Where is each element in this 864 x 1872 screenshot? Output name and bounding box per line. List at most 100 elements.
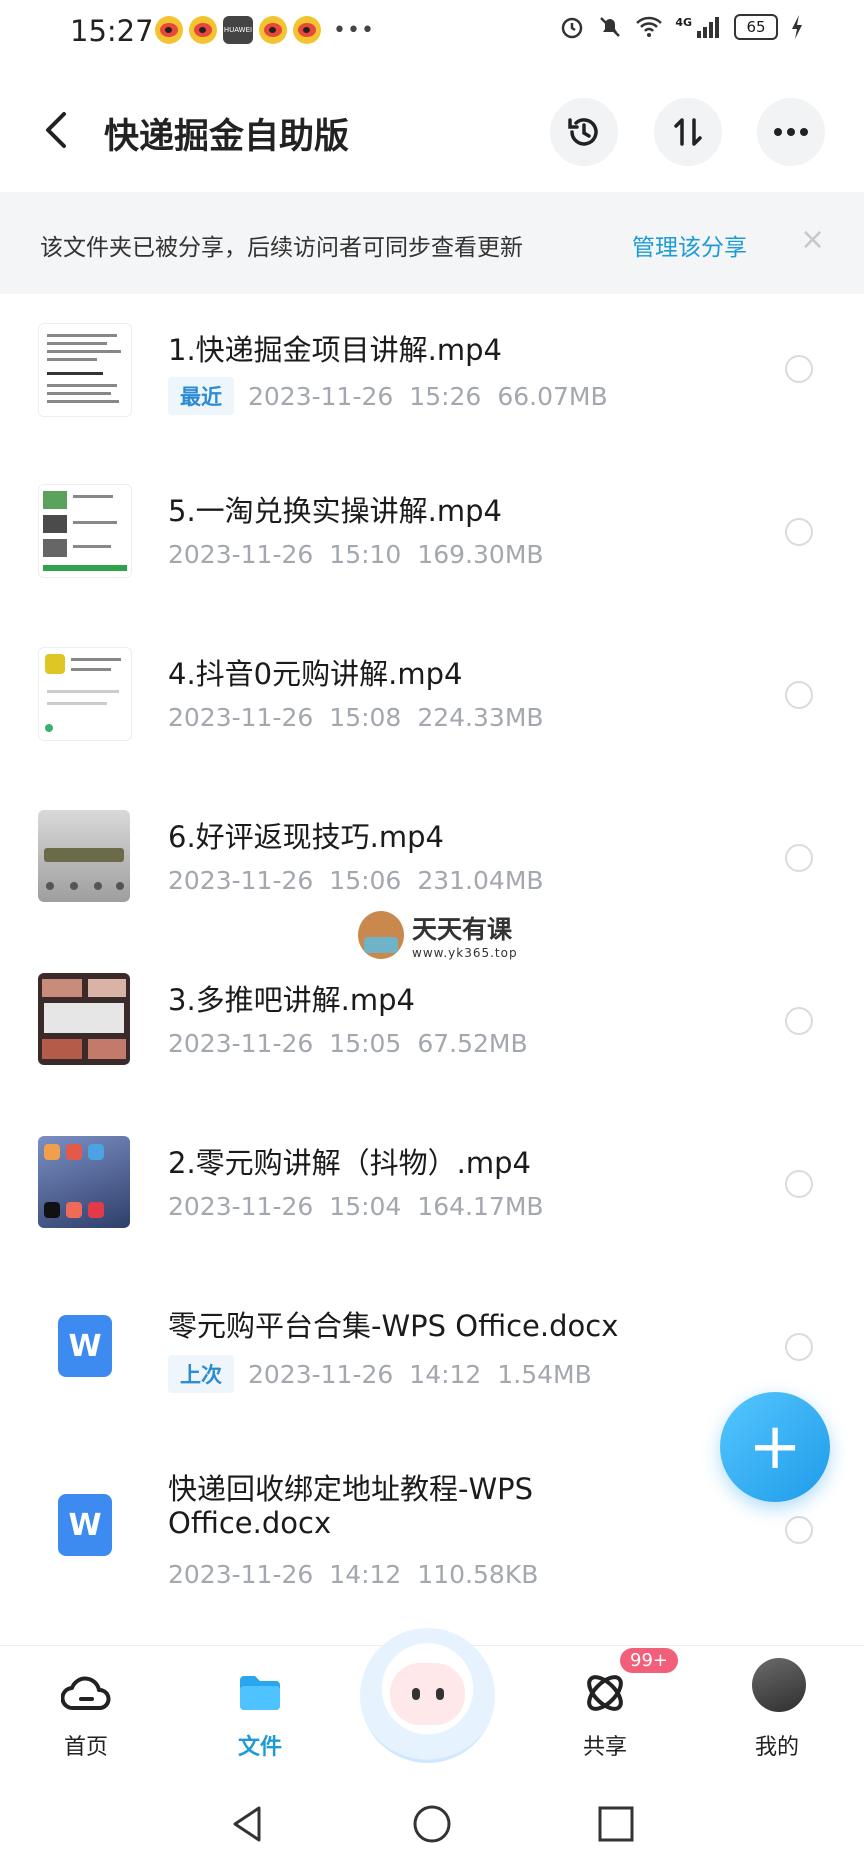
file-size: 110.58KB xyxy=(417,1560,539,1589)
weibo-icon xyxy=(155,16,183,44)
signal-icon xyxy=(697,17,719,38)
file-meta: 2023-11-26 14:12 110.58KB xyxy=(168,1560,538,1589)
file-size: 1.54MB xyxy=(497,1359,592,1389)
nav-mine[interactable]: 我的 xyxy=(717,1646,837,1773)
watermark-title: 天天有课 xyxy=(412,915,513,944)
share-banner: 该文件夹已被分享，后续访问者可同步查看更新 管理该分享 × xyxy=(0,192,864,294)
file-name: 4.抖音0元购讲解.mp4 xyxy=(168,657,463,691)
system-home-icon[interactable] xyxy=(412,1804,452,1844)
file-name: 1.快递掘金项目讲解.mp4 xyxy=(168,333,502,367)
system-back-icon[interactable] xyxy=(227,1804,267,1844)
select-radio[interactable] xyxy=(785,518,813,546)
file-time: 14:12 xyxy=(329,1560,402,1589)
share-badge: 99+ xyxy=(620,1648,678,1673)
file-meta: 2023-11-26 15:10 169.30MB xyxy=(168,540,544,569)
file-name-line2: Office.docx xyxy=(168,1506,332,1540)
file-time: 15:06 xyxy=(329,866,402,895)
recent-tag: 最近 xyxy=(168,377,234,415)
file-size: 231.04MB xyxy=(417,866,544,895)
back-arrow-icon[interactable] xyxy=(38,108,78,152)
assistant-mascot-button[interactable] xyxy=(360,1628,495,1763)
select-radio[interactable] xyxy=(785,1007,813,1035)
sort-button[interactable] xyxy=(654,98,722,166)
nav-home[interactable]: 首页 xyxy=(26,1646,146,1773)
system-icons: 4G 65 xyxy=(559,14,804,40)
file-row[interactable]: 5.一淘兑换实操讲解.mp4 2023-11-26 15:10 169.30MB xyxy=(0,458,864,621)
file-date: 2023-11-26 xyxy=(168,1029,314,1058)
manage-share-link[interactable]: 管理该分享 xyxy=(632,228,747,262)
file-size: 67.52MB xyxy=(417,1029,528,1058)
sort-icon xyxy=(674,118,702,146)
weibo-icon xyxy=(259,16,287,44)
file-meta: 上次 2023-11-26 14:12 1.54MB xyxy=(168,1355,592,1393)
file-meta: 2023-11-26 15:05 67.52MB xyxy=(168,1029,528,1058)
status-time: 15:27 xyxy=(70,14,154,48)
weibo-icon xyxy=(189,16,217,44)
file-size: 66.07MB xyxy=(497,381,608,411)
file-date: 2023-11-26 xyxy=(168,866,314,895)
huawei-icon: HUAWEI xyxy=(223,16,253,44)
file-time: 15:08 xyxy=(329,703,402,732)
history-icon xyxy=(568,118,598,146)
file-time: 14:12 xyxy=(409,1359,482,1389)
alarm-icon xyxy=(562,17,583,39)
battery-level: 65 xyxy=(746,18,766,36)
select-radio[interactable] xyxy=(785,844,813,872)
file-size: 169.30MB xyxy=(417,540,544,569)
file-row[interactable]: 4.抖音0元购讲解.mp4 2023-11-26 15:08 224.33MB xyxy=(0,621,864,784)
nav-mine-label: 我的 xyxy=(754,1735,799,1760)
add-button[interactable]: + xyxy=(720,1392,830,1502)
mascot-eye xyxy=(412,1688,420,1700)
file-row[interactable]: 3.多推吧讲解.mp4 2023-11-26 15:05 67.52MB xyxy=(0,947,864,1110)
file-date: 2023-11-26 xyxy=(168,1192,314,1221)
page-title: 快递掘金自助版 xyxy=(104,117,350,157)
folder-icon xyxy=(240,1676,280,1710)
nav-share-label: 共享 xyxy=(582,1735,627,1760)
wps-doc-icon: W xyxy=(58,1315,112,1377)
select-radio[interactable] xyxy=(785,681,813,709)
app-header: 快递掘金自助版 xyxy=(0,70,864,190)
file-size: 164.17MB xyxy=(417,1192,544,1221)
notification-icons: HUAWEI ••• xyxy=(155,16,375,44)
cloud-home-icon xyxy=(61,1676,111,1710)
select-radio[interactable] xyxy=(785,1516,813,1544)
close-banner-icon[interactable]: × xyxy=(800,222,825,257)
file-name: 6.好评返现技巧.mp4 xyxy=(168,820,444,854)
wps-doc-icon: W xyxy=(58,1494,112,1556)
nav-home-label: 首页 xyxy=(63,1735,108,1760)
share-orbit-icon xyxy=(587,1675,623,1711)
file-time: 15:04 xyxy=(329,1192,402,1221)
file-row[interactable]: 2.零元购讲解（抖物）.mp4 2023-11-26 15:04 164.17M… xyxy=(0,1110,864,1273)
video-thumbnail xyxy=(38,1136,130,1228)
more-button[interactable] xyxy=(757,98,825,166)
file-time: 15:05 xyxy=(329,1029,402,1058)
file-meta: 2023-11-26 15:08 224.33MB xyxy=(168,703,544,732)
select-radio[interactable] xyxy=(785,1170,813,1198)
mascot-eye xyxy=(436,1688,444,1700)
avatar xyxy=(752,1658,806,1712)
file-time: 15:10 xyxy=(329,540,402,569)
charging-icon xyxy=(792,15,802,39)
video-thumbnail xyxy=(38,810,130,902)
watermark-url: www.yk365.top xyxy=(412,946,518,960)
file-date: 2023-11-26 xyxy=(248,1359,394,1389)
file-date: 2023-11-26 xyxy=(248,381,394,411)
network-type: 4G xyxy=(675,15,692,29)
video-thumbnail xyxy=(38,973,130,1065)
video-thumbnail xyxy=(38,323,132,417)
file-date: 2023-11-26 xyxy=(168,1560,314,1589)
select-radio[interactable] xyxy=(785,1333,813,1361)
file-row[interactable]: 1.快递掘金项目讲解.mp4 最近 2023-11-26 15:26 66.07… xyxy=(0,295,864,458)
video-thumbnail xyxy=(38,484,132,578)
system-nav-bar xyxy=(0,1772,864,1872)
file-date: 2023-11-26 xyxy=(168,540,314,569)
file-name-line1: 快递回收绑定地址教程-WPS xyxy=(168,1472,534,1506)
nav-files[interactable]: 文件 xyxy=(200,1646,320,1773)
system-recents-icon[interactable] xyxy=(596,1804,636,1844)
history-button[interactable] xyxy=(550,98,618,166)
watermark: 天天有课 www.yk365.top xyxy=(358,910,518,960)
bear-logo-icon xyxy=(358,911,404,959)
file-meta: 最近 2023-11-26 15:26 66.07MB xyxy=(168,377,608,415)
file-time: 15:26 xyxy=(409,381,482,411)
select-radio[interactable] xyxy=(785,355,813,383)
